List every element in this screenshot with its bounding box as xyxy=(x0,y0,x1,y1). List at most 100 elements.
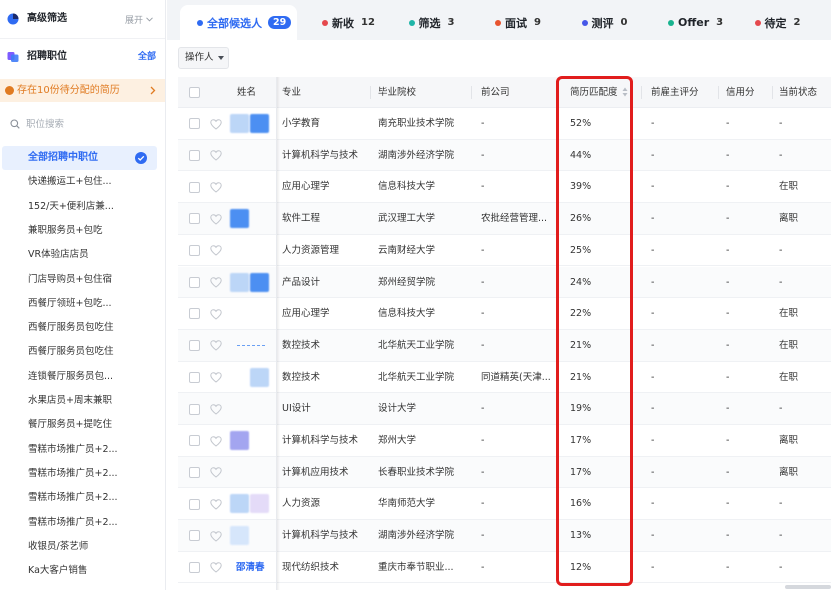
match-cell: 21% xyxy=(570,371,592,383)
prev-company-cell: - xyxy=(481,276,485,288)
advanced-filter-header[interactable]: 高级筛选 展开 xyxy=(0,8,165,30)
candidate-checkbox[interactable] xyxy=(189,340,200,352)
notice-text: 存在10份待分配的简历 xyxy=(17,85,120,96)
redacted-name-blur xyxy=(230,272,249,292)
candidate-checkbox[interactable] xyxy=(189,435,200,447)
candidate-checkbox[interactable] xyxy=(189,308,200,320)
candidate-checkbox[interactable] xyxy=(189,498,200,510)
match-cell: 24% xyxy=(570,276,592,288)
employer-rating-cell: - xyxy=(651,371,655,383)
job-item[interactable]: 雪糕市场推广员+2... xyxy=(2,438,157,462)
job-item[interactable]: 152/天+便利店兼... xyxy=(2,195,157,219)
tab-screening[interactable]: 筛选 3 xyxy=(397,5,484,40)
job-item[interactable]: 西餐厅服务员包吃住 xyxy=(2,340,157,364)
employer-rating-cell: - xyxy=(651,466,655,478)
job-search-input[interactable] xyxy=(26,113,156,135)
job-item-label: 西餐厅服务员包吃住 xyxy=(28,322,114,334)
job-search xyxy=(6,113,158,135)
tab-assessment[interactable]: 测评 0 xyxy=(570,5,657,40)
job-item[interactable]: 餐厅服务员+提吃住 xyxy=(2,413,157,437)
redacted-name-blur xyxy=(230,431,249,450)
job-item[interactable]: 雪糕市场推广员+2... xyxy=(2,462,157,486)
job-item[interactable]: 西餐厅服务员包吃住 xyxy=(2,316,157,340)
candidate-checkbox[interactable] xyxy=(189,276,200,288)
unassigned-resume-notice[interactable]: 存在10份待分配的简历 xyxy=(0,79,165,102)
job-item[interactable]: 水果店员+周末兼职 xyxy=(2,389,157,413)
status-cell: 在职 xyxy=(779,371,799,383)
job-item[interactable]: 门店导购员+包住宿 xyxy=(2,268,157,292)
job-item-label: 雪糕市场推广员+2... xyxy=(28,492,118,504)
credit-cell: - xyxy=(726,118,730,129)
column-header-match[interactable]: 简历匹配度 xyxy=(570,77,618,108)
job-item-selected[interactable]: 全部招聘中职位 xyxy=(2,146,157,170)
candidate-name[interactable]: 邵清春 xyxy=(236,552,265,583)
horizontal-scrollbar[interactable] xyxy=(785,585,831,589)
sort-icon[interactable] xyxy=(622,87,628,97)
tab-new[interactable]: 新收 12 xyxy=(310,5,397,40)
favorite-heart-icon[interactable] xyxy=(210,340,222,352)
operator-dropdown[interactable]: 操作人 xyxy=(178,47,229,69)
job-item[interactable]: 雪糕市场推广员+2... xyxy=(2,511,157,535)
job-item[interactable]: 收银员/茶艺师 xyxy=(2,535,157,559)
school-cell: 湖南涉外经济学院 xyxy=(378,530,455,542)
job-item[interactable]: 连锁餐厅服务员包... xyxy=(2,365,157,389)
favorite-heart-icon[interactable] xyxy=(210,277,222,288)
credit-cell: - xyxy=(726,308,730,320)
all-jobs-link[interactable]: 全部 xyxy=(138,46,156,68)
school-cell: 郑州经贸学院 xyxy=(378,276,436,288)
favorite-heart-icon[interactable] xyxy=(210,150,222,161)
credit-cell: - xyxy=(726,466,730,478)
tab-all-candidates[interactable]: 全部候选人 29 xyxy=(180,5,297,40)
status-cell: 离职 xyxy=(779,435,799,446)
tab-offer[interactable]: Offer 3 xyxy=(656,5,743,40)
candidate-checkbox[interactable] xyxy=(189,562,200,574)
favorite-heart-icon[interactable] xyxy=(210,562,222,573)
school-cell: 北华航天工业学院 xyxy=(378,339,455,351)
favorite-heart-icon[interactable] xyxy=(210,308,222,320)
job-item[interactable]: Ka大客户销售 xyxy=(2,559,157,583)
candidate-checkbox[interactable] xyxy=(189,371,200,383)
favorite-heart-icon[interactable] xyxy=(210,118,222,130)
match-cell: 19% xyxy=(570,403,592,415)
job-item[interactable]: 兼职服务员+包吃 xyxy=(2,219,157,243)
credit-cell: - xyxy=(726,276,730,288)
major-cell: 应用心理学 xyxy=(282,181,330,193)
candidate-checkbox[interactable] xyxy=(189,530,200,542)
select-all-checkbox[interactable] xyxy=(189,87,200,98)
redacted-name-blur xyxy=(230,494,249,514)
favorite-heart-icon[interactable] xyxy=(210,213,222,225)
job-item[interactable]: VR体验店店员 xyxy=(2,243,157,267)
candidate-checkbox[interactable] xyxy=(189,245,200,257)
job-item[interactable]: 快递搬运工+包住... xyxy=(2,170,157,194)
credit-cell: - xyxy=(726,213,730,225)
favorite-heart-icon[interactable] xyxy=(210,499,222,510)
candidate-checkbox[interactable] xyxy=(189,149,200,161)
match-cell: 21% xyxy=(570,339,592,351)
favorite-heart-icon[interactable] xyxy=(210,404,222,415)
candidate-checkbox[interactable] xyxy=(189,181,200,193)
tab-pending[interactable]: 待定 2 xyxy=(743,5,830,40)
tab-interview[interactable]: 面试 9 xyxy=(483,5,570,40)
employer-rating-cell: - xyxy=(651,181,655,193)
candidate-checkbox[interactable] xyxy=(189,466,200,478)
job-item[interactable]: 雪糕市场推广员+2... xyxy=(2,486,157,510)
column-header-credit: 信用分 xyxy=(726,87,755,98)
candidate-checkbox[interactable] xyxy=(189,403,200,415)
employer-rating-cell: - xyxy=(651,435,655,446)
favorite-heart-icon[interactable] xyxy=(210,467,222,478)
status-cell: 在职 xyxy=(779,181,799,193)
favorite-heart-icon[interactable] xyxy=(210,372,222,383)
match-cell: 12% xyxy=(570,561,592,573)
favorite-heart-icon[interactable] xyxy=(210,530,222,542)
employer-rating-cell: - xyxy=(651,498,655,510)
favorite-heart-icon[interactable] xyxy=(210,182,222,193)
favorite-heart-icon[interactable] xyxy=(210,435,222,447)
favorite-heart-icon[interactable] xyxy=(210,245,222,256)
operator-label: 操作人 xyxy=(185,52,214,63)
expand-button[interactable]: 展开 xyxy=(125,8,153,30)
candidate-checkbox[interactable] xyxy=(189,118,200,130)
candidate-checkbox[interactable] xyxy=(189,213,200,225)
jobs-header: 招聘职位 全部 xyxy=(0,46,165,68)
redacted-name-blur xyxy=(230,114,249,133)
job-item[interactable]: 西餐厅领班+包吃... xyxy=(2,292,157,316)
